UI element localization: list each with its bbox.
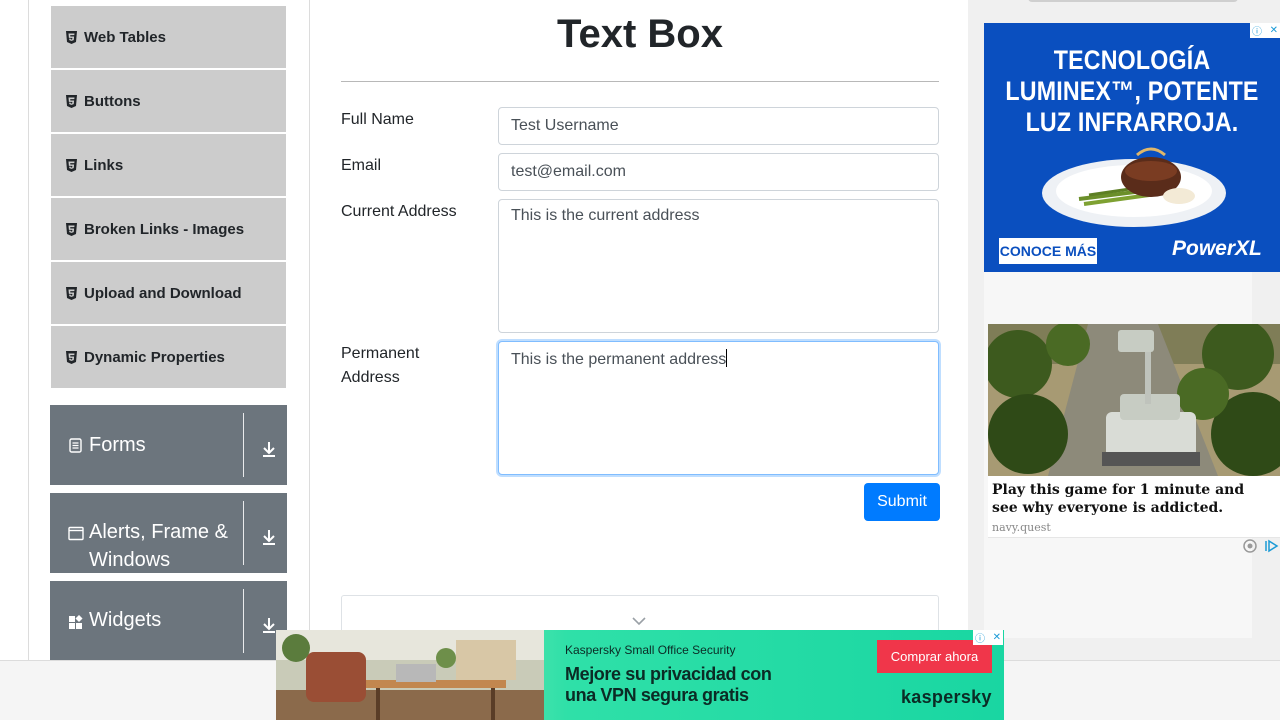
ad-brand: PowerXL bbox=[1172, 237, 1262, 260]
window-icon bbox=[68, 526, 84, 541]
html5-icon bbox=[65, 350, 77, 364]
sidebar-item-label: Links bbox=[84, 156, 124, 174]
tank-game-image bbox=[988, 324, 1280, 476]
adchoices-icon[interactable]: ⓘ ✕ bbox=[973, 630, 1003, 645]
adchoices-icon[interactable]: ⓘ ✕ bbox=[1250, 23, 1280, 38]
sidebar-item-label: Broken Links - Images bbox=[84, 220, 245, 238]
group-label: Alerts, Frame & Windows bbox=[89, 521, 228, 571]
widgets-icon bbox=[69, 615, 83, 629]
sidebar-item-broken-links[interactable]: Broken Links - Images bbox=[51, 198, 286, 260]
info-icon: ⓘ bbox=[975, 634, 985, 645]
kaspersky-ad[interactable]: Kaspersky Small Office Security Mejore s… bbox=[276, 630, 1004, 720]
group-label: Widgets bbox=[89, 609, 162, 631]
html5-icon bbox=[65, 158, 77, 172]
info-icon: ⓘ bbox=[1252, 27, 1262, 38]
close-icon: ✕ bbox=[992, 632, 1001, 643]
title-divider bbox=[341, 81, 939, 82]
group-separator bbox=[243, 589, 244, 653]
game-ad[interactable]: Play this game for 1 minute and see why … bbox=[988, 324, 1280, 538]
office-desk-image bbox=[276, 630, 544, 720]
html5-icon bbox=[65, 30, 77, 44]
group-separator bbox=[243, 501, 244, 565]
sidebar-item-dynamic-properties[interactable]: Dynamic Properties bbox=[51, 326, 286, 388]
html5-icon bbox=[65, 222, 77, 236]
sidebar-group-forms[interactable]: Forms bbox=[50, 405, 287, 485]
sidebar-item-web-tables[interactable]: Web Tables bbox=[51, 6, 286, 68]
download-icon[interactable] bbox=[260, 528, 278, 546]
group-separator bbox=[243, 413, 244, 477]
sidebar-divider bbox=[309, 0, 310, 660]
sidebar-group-alerts[interactable]: Alerts, Frame & Windows bbox=[50, 493, 287, 573]
full-name-value: Test Username bbox=[511, 117, 619, 134]
food-plate-image bbox=[1042, 147, 1226, 227]
conoce-mas-button[interactable]: CONOCE MÁS bbox=[999, 238, 1097, 264]
page-title: Text Box bbox=[557, 12, 723, 56]
ad-source: navy.quest bbox=[992, 521, 1051, 534]
sidebar-item-upload-download[interactable]: Upload and Download bbox=[51, 262, 286, 324]
group-label: Forms bbox=[89, 434, 146, 456]
page: Web Tables Buttons Links Broken Links - … bbox=[0, 0, 1280, 720]
ad-brand: kaspersky bbox=[901, 687, 992, 707]
sidebar-group-widgets[interactable]: Widgets bbox=[50, 581, 287, 661]
close-icon: ✕ bbox=[1269, 25, 1278, 36]
email-value: test@email.com bbox=[511, 163, 626, 180]
ad-headline: Mejore su privacidad con una VPN segura … bbox=[565, 664, 772, 705]
document-icon bbox=[69, 438, 82, 453]
current-address-textarea[interactable]: This is the current address bbox=[498, 199, 939, 333]
download-icon[interactable] bbox=[260, 440, 278, 458]
luminex-ad[interactable]: TECNOLOGÍA LUMINEX™, POTENTE LUZ INFRARR… bbox=[984, 23, 1280, 272]
email-label: Email bbox=[341, 157, 382, 174]
ad-product: Kaspersky Small Office Security bbox=[565, 643, 736, 657]
html5-icon bbox=[65, 286, 77, 300]
sidebar-item-label: Dynamic Properties bbox=[84, 348, 225, 366]
ad-stub bbox=[1028, 0, 1238, 2]
sidebar-item-label: Buttons bbox=[84, 92, 141, 110]
ad-headline: TECNOLOGÍA LUMINEX™, POTENTE LUZ INFRARR… bbox=[1005, 45, 1259, 137]
ad-title: Play this game for 1 minute and see why … bbox=[992, 482, 1245, 516]
chevron-down-icon[interactable] bbox=[632, 616, 646, 626]
email-input[interactable]: test@email.com bbox=[498, 153, 939, 191]
permanent-address-value: This is the permanent address bbox=[511, 351, 727, 368]
sidebar-item-label: Upload and Download bbox=[84, 284, 242, 302]
sidebar-item-buttons[interactable]: Buttons bbox=[51, 70, 286, 132]
current-address-value: This is the current address bbox=[511, 207, 700, 224]
sidebar-divider bbox=[28, 0, 29, 660]
text-caret bbox=[726, 349, 728, 367]
html5-icon bbox=[65, 94, 77, 108]
full-name-input[interactable]: Test Username bbox=[498, 107, 939, 145]
sidebar-item-label: Web Tables bbox=[84, 28, 166, 46]
full-name-label: Full Name bbox=[341, 111, 414, 128]
current-address-label: Current Address bbox=[341, 203, 457, 220]
submit-button[interactable]: Submit bbox=[864, 483, 940, 521]
permanent-address-textarea[interactable]: This is the permanent address bbox=[498, 341, 939, 475]
permanent-address-label: Permanent Address bbox=[341, 345, 420, 386]
sidebar-item-links[interactable]: Links bbox=[51, 134, 286, 196]
adchoices-icon[interactable] bbox=[1242, 538, 1280, 554]
